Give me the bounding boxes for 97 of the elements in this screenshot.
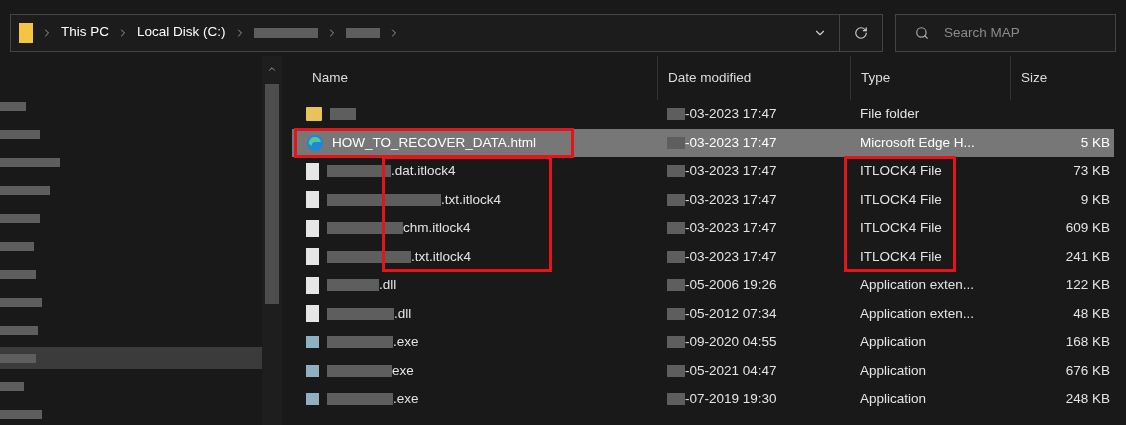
- redacted-block: [0, 325, 38, 335]
- column-header[interactable]: Date modified: [668, 67, 752, 89]
- navigation-item[interactable]: [0, 347, 262, 370]
- column-header[interactable]: Size: [1021, 67, 1048, 89]
- file-size: 5 KB: [1080, 133, 1110, 152]
- redacted-block: [667, 250, 685, 263]
- file-name: .txt.itlock4: [411, 247, 472, 266]
- redacted-block: [667, 364, 685, 377]
- redacted-block: [667, 136, 685, 149]
- file-size: 122 KB: [1065, 276, 1110, 295]
- redacted-block: [667, 279, 685, 292]
- file-type: ITLOCK4 File: [860, 163, 942, 179]
- date-modified: -05-2021 04:47: [685, 361, 777, 380]
- file-size: 48 KB: [1073, 304, 1110, 323]
- file-type: Application: [860, 391, 927, 407]
- redacted-block: [667, 336, 685, 349]
- file-row[interactable]: .txt.itlock4 -03-2023 17:47 ITLOCK4 File 241 KB: [292, 242, 1114, 271]
- file-type: File folder: [860, 106, 920, 122]
- redacted-block: [0, 242, 34, 252]
- scroll-up-icon[interactable]: [267, 64, 277, 74]
- redacted-block: [667, 193, 685, 206]
- folder-icon: [19, 22, 33, 43]
- refresh-icon[interactable]: [854, 25, 868, 40]
- file-row[interactable]: .dll -05-2006 19:26 Application exten... 122 KB: [292, 271, 1114, 300]
- file-name: chm.itlock4: [403, 219, 471, 238]
- file-type: ITLOCK4 File: [860, 248, 942, 264]
- redacted-block: [327, 165, 391, 178]
- breadcrumb[interactable]: This PC: [61, 22, 109, 43]
- date-modified: -03-2023 17:47: [685, 162, 777, 181]
- search-icon: [915, 25, 929, 40]
- redacted-block: [667, 222, 685, 235]
- date-modified: -03-2023 17:47: [685, 247, 777, 266]
- column-header[interactable]: Type: [861, 67, 891, 89]
- redacted-block: [0, 214, 40, 224]
- file-row[interactable]: .dll -05-2012 07:34 Application exten... 48 KB: [292, 299, 1114, 328]
- redacted-block: [0, 130, 40, 140]
- redacted-block: [0, 409, 42, 419]
- file-name: exe: [392, 361, 414, 380]
- file-row[interactable]: exe -05-2021 04:47 Application 676 KB: [292, 356, 1114, 385]
- date-modified: -05-2006 19:26: [685, 276, 777, 295]
- redacted-block: [0, 102, 26, 112]
- file-type: Application: [860, 334, 927, 350]
- redacted-block: [667, 393, 685, 406]
- file-size: 248 KB: [1065, 390, 1110, 409]
- date-modified: -03-2023 17:47: [685, 133, 777, 152]
- file-name: .dll: [379, 276, 397, 295]
- redacted-block: [667, 307, 685, 320]
- file-size: 168 KB: [1065, 333, 1110, 352]
- file-row[interactable]: .txt.itlock4 -03-2023 17:47 ITLOCK4 File 9 KB: [292, 185, 1114, 214]
- file-size: 9 KB: [1080, 190, 1110, 209]
- file-name: .exe: [393, 390, 419, 409]
- date-modified: -03-2023 17:47: [685, 190, 777, 209]
- file-row[interactable]: chm.itlock4 -03-2023 17:47 ITLOCK4 File 609 KB: [292, 214, 1114, 243]
- date-modified: -03-2023 17:47: [685, 105, 777, 124]
- scrollbar-thumb[interactable]: [265, 84, 279, 304]
- file-type: Application exten...: [860, 277, 975, 293]
- redacted-block: [667, 165, 685, 178]
- browser-icon: [306, 133, 324, 152]
- file-size: 609 KB: [1065, 219, 1110, 238]
- file-row[interactable]: -03-2023 17:47 File folder: [292, 100, 1114, 129]
- file-name: .dat.itlock4: [391, 162, 456, 181]
- column-header[interactable]: Name: [312, 67, 348, 89]
- date-modified: -07-2019 19:30: [685, 390, 777, 409]
- file-type: Application: [860, 362, 927, 378]
- file-size: 676 KB: [1065, 361, 1110, 380]
- file-size: 73 KB: [1073, 162, 1110, 181]
- file-type: Application exten...: [860, 305, 975, 321]
- file-type: ITLOCK4 File: [860, 191, 942, 207]
- address-bar[interactable]: This PC Local Disk (C:): [10, 13, 883, 52]
- redacted-block: [0, 297, 42, 307]
- redacted-block: [327, 336, 393, 349]
- file-name: .dll: [394, 304, 412, 323]
- file-name: .txt.itlock4: [441, 190, 502, 209]
- file-size: 241 KB: [1065, 247, 1110, 266]
- redacted-block: [0, 381, 24, 391]
- redacted-block: [0, 186, 50, 196]
- file-name: HOW_TO_RECOVER_DATA.html: [332, 133, 537, 152]
- file-row[interactable]: .exe -09-2020 04:55 Application 168 KB: [292, 328, 1114, 357]
- date-modified: -09-2020 04:55: [685, 333, 777, 352]
- redacted-block: [327, 364, 392, 377]
- file-row[interactable]: .exe -07-2019 19:30 Application 248 KB: [292, 385, 1114, 414]
- redacted-block: [667, 108, 685, 121]
- date-modified: -03-2023 17:47: [685, 219, 777, 238]
- search-field[interactable]: Search MAP: [895, 13, 1116, 52]
- file-name: .exe: [393, 333, 419, 352]
- file-type: Microsoft Edge H...: [860, 134, 975, 150]
- redacted-block: [0, 353, 36, 363]
- file-row[interactable]: .dat.itlock4 -03-2023 17:47 ITLOCK4 File 73 KB: [292, 157, 1114, 186]
- file-row[interactable]: HOW_TO_RECOVER_DATA.html -03-2023 17:47 Microsoft Edge H... 5 KB: [292, 128, 1114, 157]
- redacted-block: [327, 307, 394, 320]
- date-modified: -05-2012 07:34: [685, 304, 777, 323]
- redacted-block: [0, 158, 60, 168]
- breadcrumb[interactable]: Local Disk (C:): [137, 22, 226, 43]
- redacted-block: [0, 270, 36, 279]
- redacted-block: [327, 279, 379, 292]
- file-type: ITLOCK4 File: [860, 220, 942, 236]
- redacted-block: [327, 393, 393, 406]
